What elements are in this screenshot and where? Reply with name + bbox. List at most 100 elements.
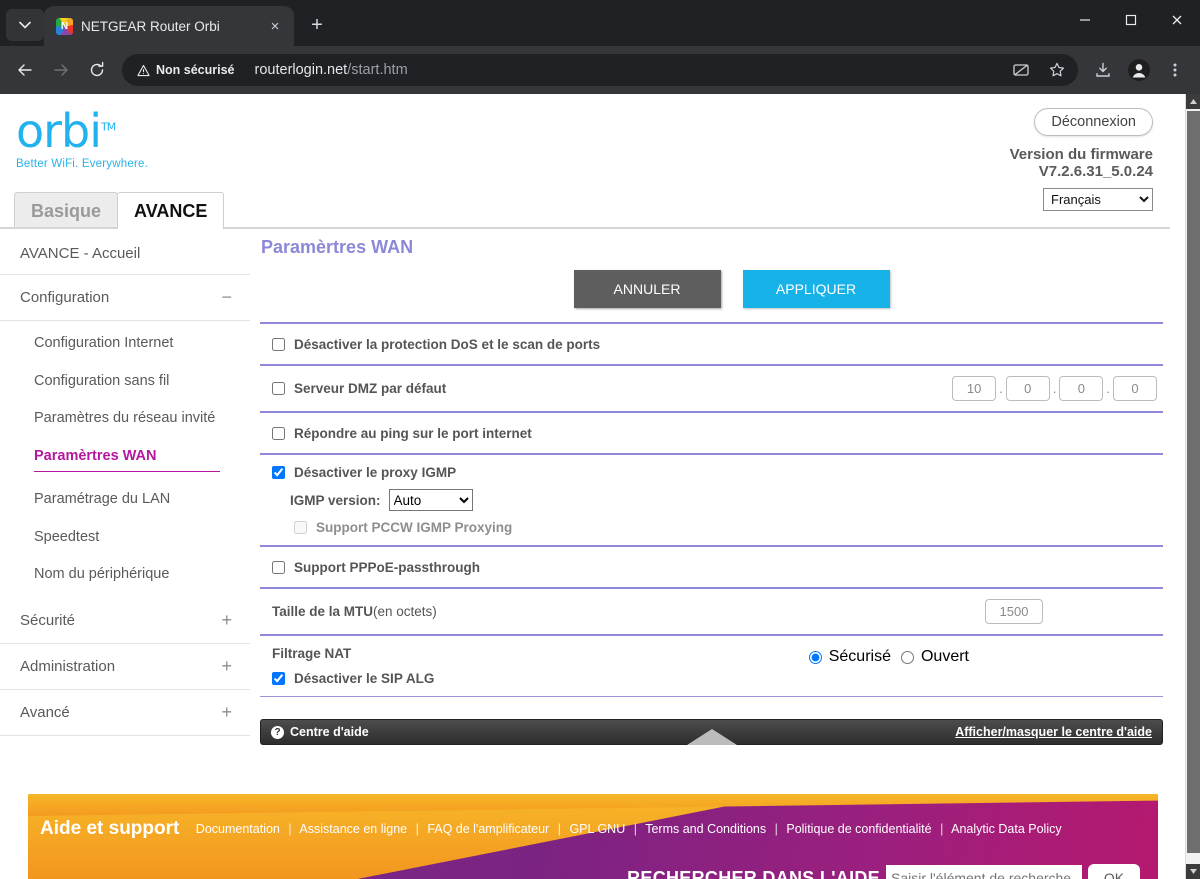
ip-dot: . <box>999 381 1003 396</box>
bookmark-star-icon[interactable] <box>1040 53 1074 87</box>
help-center-bar[interactable]: ? Centre d'aide Afficher/masquer le cent… <box>260 719 1163 745</box>
scroll-down-arrow-icon[interactable] <box>1186 864 1200 879</box>
ping-checkbox[interactable] <box>272 426 285 440</box>
help-search-input[interactable] <box>886 865 1082 879</box>
dos-checkbox[interactable] <box>272 337 285 351</box>
ping-checkbox-line[interactable]: Répondre au ping sur le port internet <box>272 426 532 441</box>
new-tab-button[interactable]: + <box>302 10 332 40</box>
dmz-ip-octet-3[interactable] <box>1059 376 1104 401</box>
minus-icon[interactable]: − <box>221 287 232 308</box>
mtu-input[interactable] <box>985 599 1043 624</box>
sidebar-item-speedtest[interactable]: Speedtest <box>0 519 250 557</box>
tab-search-button[interactable] <box>6 9 44 41</box>
tab-title: NETGEAR Router Orbi <box>81 18 220 34</box>
pppoe-label: Support PPPoE-passthrough <box>294 559 481 575</box>
nat-option-secure[interactable]: Sécurisé <box>808 648 891 666</box>
sidebar-item-label: Configuration Internet <box>34 335 174 351</box>
sip-alg-checkbox-line[interactable]: Désactiver le SIP ALG <box>272 671 434 686</box>
pppoe-checkbox-line[interactable]: Support PPPoE-passthrough <box>272 560 480 575</box>
window-close-icon[interactable] <box>1154 0 1200 40</box>
footer-link-terms[interactable]: Terms and Conditions <box>645 822 766 836</box>
footer-link-privacy[interactable]: Politique de confidentialité <box>786 822 931 836</box>
security-status-badge[interactable]: Non sécurisé <box>128 57 247 83</box>
nat-label: Filtrage NAT <box>272 646 352 661</box>
igmp-proxy-checkbox[interactable] <box>272 466 285 479</box>
close-icon[interactable]: × <box>264 15 286 37</box>
download-icon[interactable] <box>1086 53 1120 87</box>
address-bar[interactable]: Non sécurisé routerlogin.net/start.htm <box>122 54 1078 86</box>
dmz-checkbox[interactable] <box>272 382 285 395</box>
sidebar-item-label: Configuration <box>20 289 110 306</box>
dmz-ip-octet-1[interactable] <box>952 376 997 401</box>
browser-tab[interactable]: N NETGEAR Router Orbi × <box>44 6 294 46</box>
footer-link-documentation[interactable]: Documentation <box>196 822 280 836</box>
igmp-version-select[interactable]: Auto <box>388 489 473 511</box>
sidebar-item-label: AVANCE - Accueil <box>20 245 141 262</box>
support-footer: Aide et support Documentation | Assistan… <box>28 794 1158 879</box>
sidebar-group-administration[interactable]: Administration + <box>0 644 250 690</box>
dmz-checkbox-line[interactable]: Serveur DMZ par défaut <box>272 381 446 396</box>
logout-button[interactable]: Déconnexion <box>1034 108 1153 136</box>
plus-icon[interactable]: + <box>221 702 232 723</box>
sidebar-group-securite[interactable]: Sécurité + <box>0 598 250 644</box>
scrollbar-thumb[interactable] <box>1187 111 1200 853</box>
dmz-ip-octet-2[interactable] <box>1005 376 1050 401</box>
sidebar-item-configuration-internet[interactable]: Configuration Internet <box>0 325 250 363</box>
sip-alg-checkbox[interactable] <box>272 672 285 685</box>
language-select[interactable]: Français <box>1043 188 1153 211</box>
sidebar-group-avance[interactable]: Avancé + <box>0 690 250 736</box>
toolbar-right-icons <box>1086 53 1192 87</box>
dmz-ip-octet-4[interactable] <box>1113 376 1157 401</box>
header-right: Déconnexion Version du firmware V7.2.6.3… <box>1010 108 1153 211</box>
sidebar-item-reseau-invite[interactable]: Paramètres du réseau invité <box>0 400 250 438</box>
sidebar-item-home[interactable]: AVANCE - Accueil <box>0 233 250 275</box>
tab-basique[interactable]: Basique <box>14 192 119 229</box>
orbi-admin-page: orbiTM Better WiFi. Everywhere. Déconnex… <box>0 94 1185 879</box>
igmp-checkbox-line[interactable]: Désactiver le proxy IGMP <box>272 465 512 480</box>
url-host: routerlogin.net <box>254 62 348 78</box>
scroll-up-arrow-icon[interactable] <box>1186 94 1200 109</box>
help-toggle-link[interactable]: Afficher/masquer le centre d'aide <box>955 725 1152 739</box>
link-separator: | <box>940 822 944 836</box>
cancel-button[interactable]: ANNULER <box>573 270 721 308</box>
back-arrow-icon[interactable] <box>8 53 42 87</box>
plus-icon[interactable]: + <box>221 656 232 677</box>
igmp-version-row: IGMP version: Auto <box>272 489 512 511</box>
pccw-checkbox[interactable] <box>294 521 307 534</box>
nat-secure-radio[interactable] <box>808 650 822 664</box>
apply-button[interactable]: APPLIQUER <box>742 270 890 308</box>
sidebar-item-parametrage-lan[interactable]: Paramétrage du LAN <box>0 481 250 519</box>
menu-kebab-icon[interactable] <box>1158 53 1192 87</box>
cast-icon[interactable] <box>1004 53 1038 87</box>
pppoe-checkbox[interactable] <box>272 560 285 574</box>
footer-link-gpl[interactable]: GPL GNU <box>569 822 625 836</box>
ping-label: Répondre au ping sur le port internet <box>294 425 532 441</box>
sidebar-group-configuration[interactable]: Configuration − <box>0 275 250 321</box>
active-underline <box>34 471 220 473</box>
row-dmz-server: Serveur DMZ par défaut . . . <box>260 366 1163 413</box>
nat-option-open[interactable]: Ouvert <box>900 648 969 666</box>
nat-open-radio[interactable] <box>900 650 914 664</box>
collapse-caret-icon[interactable] <box>686 729 737 745</box>
profile-icon[interactable] <box>1122 53 1156 87</box>
minimize-icon[interactable] <box>1062 0 1108 40</box>
sidebar-item-label: Nom du périphérique <box>34 566 170 583</box>
pccw-checkbox-line[interactable]: Support PCCW IGMP Proxying <box>272 520 512 535</box>
plus-icon[interactable]: + <box>221 610 232 631</box>
footer-link-analytic[interactable]: Analytic Data Policy <box>951 822 1061 836</box>
sidebar-item-parametres-wan[interactable]: Paramèrtres WAN <box>0 438 250 482</box>
reload-icon[interactable] <box>80 53 114 87</box>
help-search-ok-button[interactable]: OK <box>1088 864 1140 879</box>
dos-checkbox-line[interactable]: Désactiver la protection DoS et le scan … <box>272 337 600 352</box>
footer-link-faq[interactable]: FAQ de l'amplificateur <box>427 822 549 836</box>
firmware-version: V7.2.6.31_5.0.24 <box>1038 163 1153 180</box>
page-scrollbar[interactable] <box>1185 94 1200 879</box>
tab-avance[interactable]: AVANCE <box>117 192 225 229</box>
igmp-version-label: IGMP version: <box>290 492 381 508</box>
footer-link-assistance[interactable]: Assistance en ligne <box>299 822 407 836</box>
sidebar-item-nom-peripherique[interactable]: Nom du périphérique <box>0 556 250 594</box>
url-path: /start.htm <box>347 62 408 78</box>
maximize-icon[interactable] <box>1108 0 1154 40</box>
sidebar-item-configuration-sans-fil[interactable]: Configuration sans fil <box>0 363 250 401</box>
sidebar-item-label: Paramètres du réseau invité <box>34 410 216 427</box>
